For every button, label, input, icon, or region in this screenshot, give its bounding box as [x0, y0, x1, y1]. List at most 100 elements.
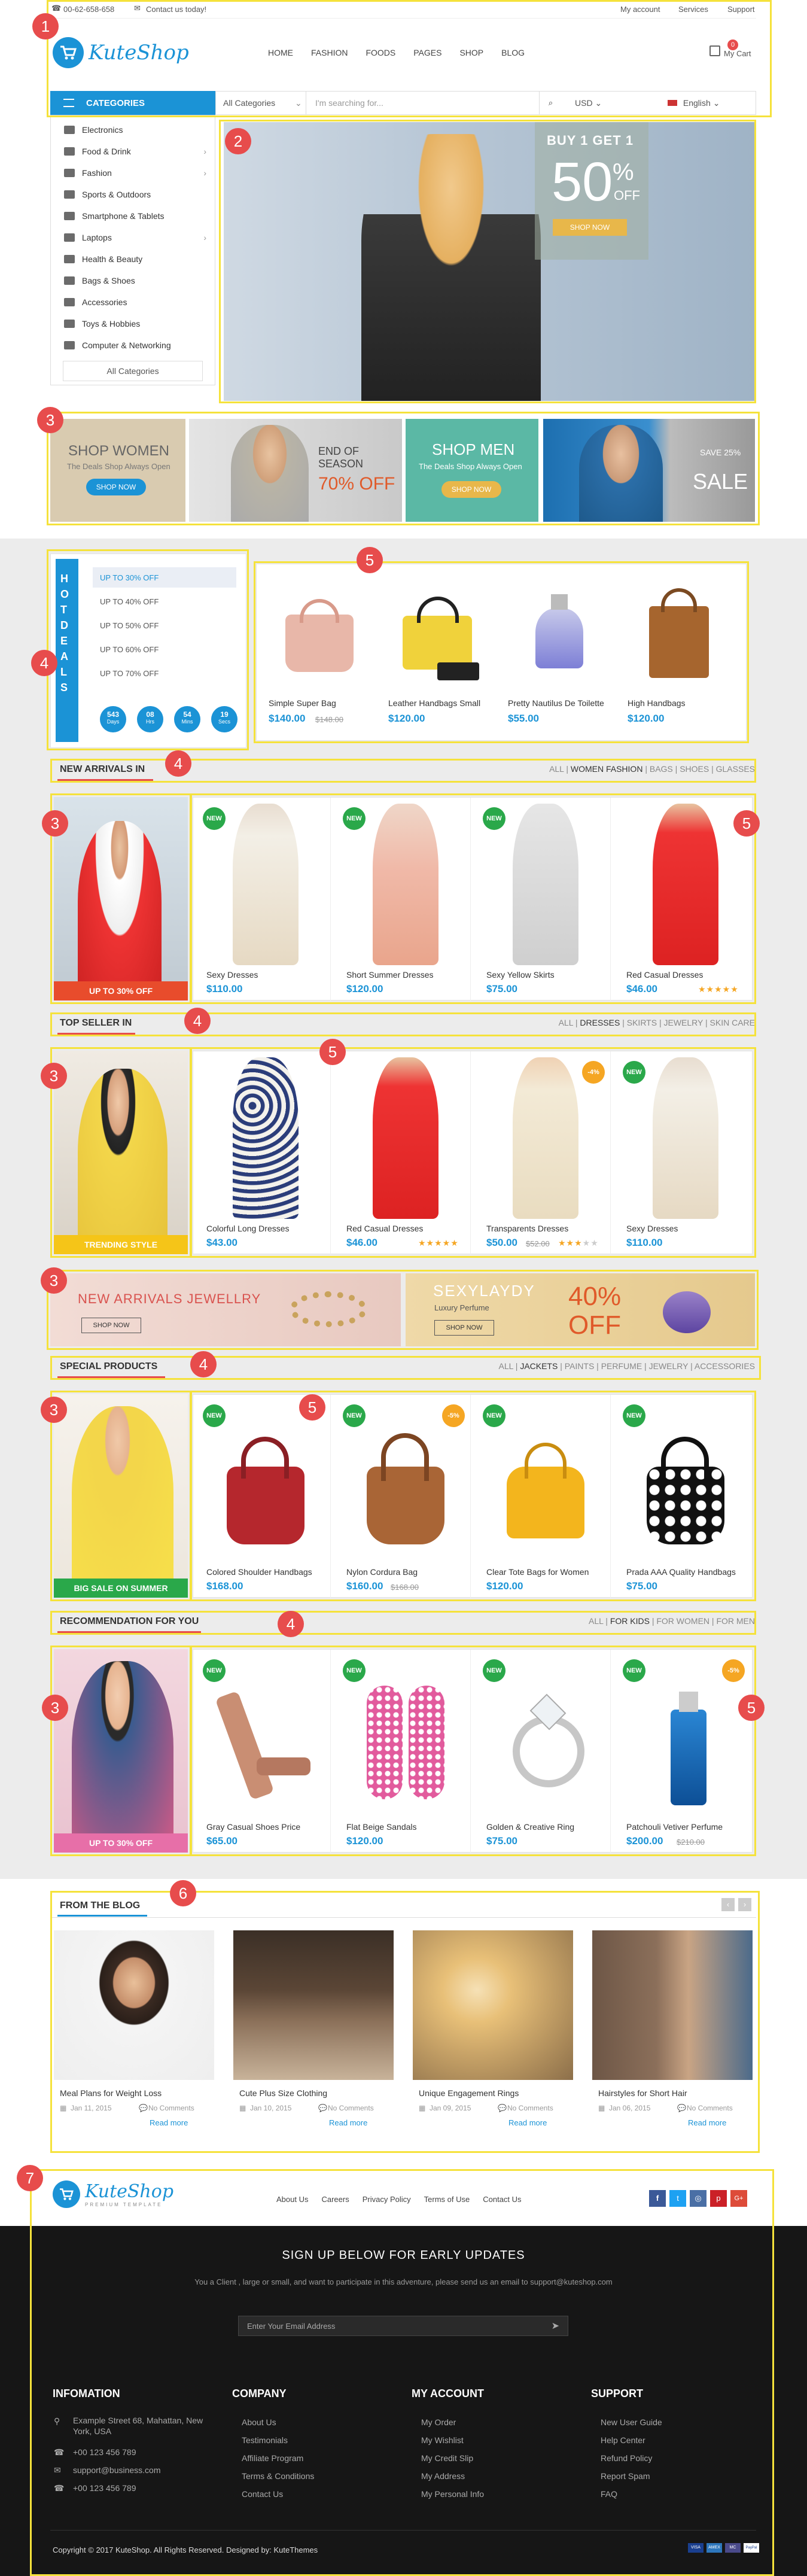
tab-glasses[interactable]: GLASSES	[716, 764, 755, 774]
product-card[interactable]: NEW Short Summer Dresses $120.00	[337, 798, 471, 1001]
end-of-season-banner[interactable]: END OF SEASON 70% OFF	[189, 419, 402, 522]
facebook-icon[interactable]: f	[649, 2190, 666, 2207]
sidebar-item-toys[interactable]: Toys & Hobbies	[51, 313, 215, 334]
read-more-link[interactable]: Read more	[329, 2118, 367, 2127]
product-name[interactable]: Gray Casual Shoes Price	[206, 1822, 300, 1832]
account-link[interactable]: My Credit Slip	[421, 2453, 473, 2463]
sidebar-item-computer[interactable]: Computer & Networking	[51, 334, 215, 356]
footer-link[interactable]: Contact Us	[483, 2195, 521, 2204]
blog-post-title[interactable]: Meal Plans for Weight Loss	[60, 2088, 162, 2098]
tab-skin-care[interactable]: SKIN CARE	[710, 1018, 755, 1027]
product-card[interactable]: NEW Flat Beige Sandals $120.00	[337, 1650, 471, 1853]
product-name[interactable]: Leather Handbags Small	[388, 698, 480, 708]
product-name[interactable]: Nylon Cordura Bag	[346, 1567, 418, 1577]
sidebar-item-accessories[interactable]: Accessories	[51, 291, 215, 313]
footer-link[interactable]: Careers	[321, 2195, 349, 2204]
product-card[interactable]: NEW Prada AAA Quality Handbags $75.00	[617, 1395, 751, 1598]
search-button[interactable]: ⌕	[539, 92, 562, 114]
product-card[interactable]: NEW Colored Shoulder Handbags $168.00	[197, 1395, 331, 1598]
tab-women-fashion[interactable]: WOMEN FASHION	[571, 764, 643, 774]
product-card[interactable]: NEW -5% Patchouli Vetiver Perfume $200.0…	[617, 1650, 751, 1853]
product-name[interactable]: High Handbags	[628, 698, 686, 708]
blog-prev-button[interactable]: ‹	[721, 1898, 735, 1911]
deal-option[interactable]: UP TO 50% OFF	[93, 615, 236, 635]
shop-women-button[interactable]: SHOP NOW	[86, 479, 146, 495]
blog-post[interactable]: Hairstyles for Short Hair ▦ Jan 06, 2015…	[592, 1930, 753, 2134]
tab-dresses[interactable]: DRESSES	[580, 1018, 620, 1027]
product-card[interactable]: Leather Handbags Small $120.00	[382, 573, 496, 734]
product-name[interactable]: Colored Shoulder Handbags	[206, 1567, 312, 1577]
instagram-icon[interactable]: ◎	[690, 2190, 706, 2207]
jewelry-banner[interactable]: NEW ARRIVALS JEWELLRY SHOP NOW	[50, 1273, 401, 1346]
pinterest-icon[interactable]: p	[710, 2190, 727, 2207]
sidebar-item-bags[interactable]: Bags & Shoes	[51, 270, 215, 291]
tab-jewelry[interactable]: JEWELRY	[649, 1361, 689, 1371]
currency-select[interactable]: USD ⌄	[575, 98, 602, 108]
product-card[interactable]: NEW -5% Nylon Cordura Bag $160.00 $168.0…	[337, 1395, 471, 1598]
support-link[interactable]: Support	[727, 5, 755, 14]
account-link[interactable]: My Personal Info	[421, 2489, 484, 2499]
product-name[interactable]: Sexy Dresses	[626, 1224, 678, 1233]
jewelry-shop-button[interactable]: SHOP NOW	[81, 1318, 141, 1333]
company-link[interactable]: About Us	[242, 2417, 276, 2427]
tab-accessories[interactable]: ACCESSORIES	[695, 1361, 755, 1371]
tab-perfume[interactable]: PERFUME	[601, 1361, 642, 1371]
blog-post-title[interactable]: Cute Plus Size Clothing	[239, 2088, 327, 2098]
sidebar-item-sports[interactable]: Sports & Outdoors	[51, 184, 215, 205]
nav-fashion[interactable]: FASHION	[311, 48, 348, 57]
support-link[interactable]: New User Guide	[601, 2417, 662, 2427]
services-link[interactable]: Services	[678, 5, 708, 14]
email-field[interactable]: Enter Your Email Address ➤	[238, 2316, 568, 2336]
support-link[interactable]: FAQ	[601, 2489, 617, 2499]
footer-link[interactable]: Terms of Use	[424, 2195, 470, 2204]
product-name[interactable]: Red Casual Dresses	[346, 1224, 423, 1233]
recommendation-banner[interactable]: UP TO 30% OFF	[54, 1649, 188, 1853]
nav-shop[interactable]: SHOP	[459, 48, 483, 57]
sidebar-item-laptops[interactable]: Laptops ›	[51, 227, 215, 248]
twitter-icon[interactable]: t	[669, 2190, 686, 2207]
googleplus-icon[interactable]: G+	[730, 2190, 747, 2207]
product-card[interactable]: NEW Gray Casual Shoes Price $65.00	[197, 1650, 331, 1853]
shop-women-banner[interactable]: SHOP WOMEN The Deals Shop Always Open SH…	[50, 419, 185, 522]
product-card[interactable]: Pretty Nautilus De Toilette $55.00	[502, 573, 616, 734]
sidebar-item-smartphone[interactable]: Smartphone & Tablets	[51, 205, 215, 227]
tab-skirts[interactable]: SKIRTS	[627, 1018, 657, 1027]
shop-men-button[interactable]: SHOP NOW	[441, 481, 501, 498]
sale-banner[interactable]: SAVE 25% SALE	[543, 419, 755, 522]
blog-post[interactable]: Cute Plus Size Clothing ▦ Jan 10, 2015 💬…	[233, 1930, 394, 2134]
product-card[interactable]: -4% Transparents Dresses $50.00 $52.00 ★…	[477, 1051, 611, 1255]
company-link[interactable]: Affiliate Program	[242, 2453, 303, 2463]
account-link[interactable]: My Address	[421, 2471, 465, 2481]
product-name[interactable]: Prada AAA Quality Handbags	[626, 1567, 736, 1577]
support-link[interactable]: Refund Policy	[601, 2453, 652, 2463]
nav-foods[interactable]: FOODS	[366, 48, 395, 57]
product-card[interactable]: Simple Super Bag $140.00 $148.00	[263, 573, 376, 734]
special-banner[interactable]: BIG SALE ON SUMMER	[54, 1394, 188, 1598]
tab-for-kids[interactable]: FOR KIDS	[610, 1616, 650, 1626]
product-card[interactable]: High Handbags $120.00	[622, 573, 735, 734]
company-link[interactable]: Contact Us	[242, 2489, 283, 2499]
tab-jewelry[interactable]: JEWELRY	[663, 1018, 703, 1027]
send-icon[interactable]: ➤	[552, 2320, 559, 2332]
deal-option[interactable]: UP TO 40% OFF	[93, 591, 236, 612]
footer-link[interactable]: About Us	[276, 2195, 308, 2204]
blog-post[interactable]: Meal Plans for Weight Loss ▦ Jan 11, 201…	[54, 1930, 214, 2134]
tab-bags[interactable]: BAGS	[650, 764, 673, 774]
nav-home[interactable]: HOME	[268, 48, 293, 57]
account-link[interactable]: My Wishlist	[421, 2435, 464, 2445]
blog-post[interactable]: Unique Engagement Rings ▦ Jan 09, 2015 💬…	[413, 1930, 573, 2134]
product-name[interactable]: Patchouli Vetiver Perfume	[626, 1822, 723, 1832]
hero-banner[interactable]: BUY 1 GET 1 50 % OFF SHOP NOW	[224, 122, 755, 401]
top-seller-banner[interactable]: TRENDING STYLE	[54, 1051, 188, 1254]
deal-option[interactable]: UP TO 60% OFF	[93, 639, 236, 659]
my-account-link[interactable]: My account	[620, 5, 660, 14]
blog-next-button[interactable]: ›	[738, 1898, 751, 1911]
perfume-banner[interactable]: SEXYLAYDY Luxury Perfume SHOP NOW 40% OF…	[406, 1273, 755, 1346]
support-link[interactable]: Help Center	[601, 2435, 645, 2445]
product-name[interactable]: Pretty Nautilus De Toilette	[508, 698, 604, 708]
sidebar-item-fashion[interactable]: Fashion ›	[51, 162, 215, 184]
nav-pages[interactable]: PAGES	[413, 48, 441, 57]
deal-option[interactable]: UP TO 30% OFF	[93, 567, 236, 588]
product-name[interactable]: Clear Tote Bags for Women	[486, 1567, 589, 1577]
product-card[interactable]: NEW Sexy Yellow Skirts $75.00	[477, 798, 611, 1001]
